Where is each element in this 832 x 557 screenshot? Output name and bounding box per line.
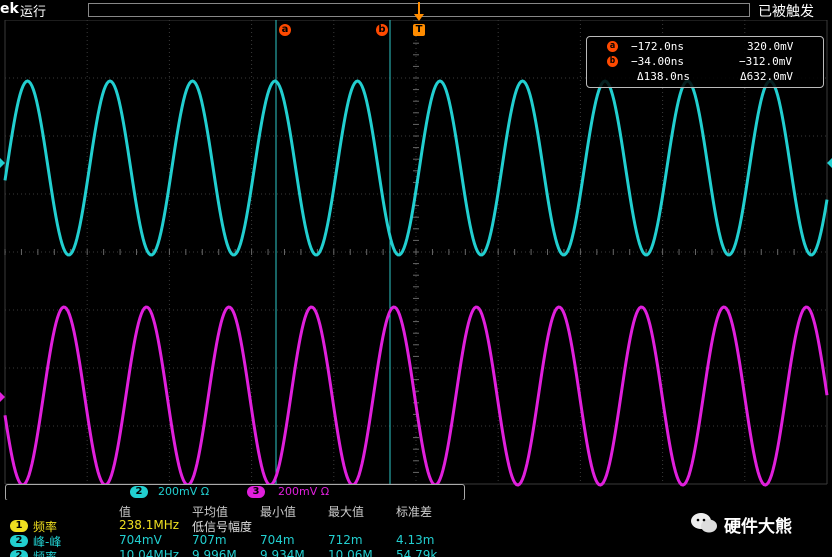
row2-min: 704m bbox=[260, 533, 295, 547]
delta-time: Δ138.0ns bbox=[637, 70, 690, 83]
readout-row-a: a −172.0ns 320.0mV bbox=[587, 40, 823, 54]
row2-mean: 707m bbox=[192, 533, 227, 547]
watermark-text: 硬件大熊 bbox=[724, 517, 792, 537]
row3-min: 9.934M bbox=[260, 548, 305, 557]
row1-value: 238.1MHz bbox=[119, 518, 180, 532]
run-status[interactable]: 运行 bbox=[20, 1, 46, 20]
ch2-scale[interactable]: 200mV Ω bbox=[158, 485, 209, 498]
trigger-status: 已被触发 bbox=[758, 4, 814, 20]
row3-mean: 9.996M bbox=[192, 548, 237, 557]
row3-value: 10.04MHz bbox=[119, 548, 180, 557]
trigger-position-tag[interactable]: T bbox=[413, 24, 425, 36]
ch1-badge[interactable]: 1 bbox=[10, 520, 28, 532]
cursor-a-time: −172.0ns bbox=[631, 40, 684, 53]
measurement-table: 值 平均值 最小值 最大值 标准差 1 频率 238.1MHz 低信号幅度 2 … bbox=[0, 500, 470, 557]
cursor-a-tag[interactable]: a bbox=[279, 24, 291, 36]
watermark: 硬件大熊 bbox=[690, 508, 825, 538]
row2-value: 704mV bbox=[119, 533, 162, 547]
ch2-badge[interactable]: 2 bbox=[130, 486, 148, 498]
ch3-badge[interactable]: 3 bbox=[247, 486, 265, 498]
delta-volt: Δ632.0mV bbox=[740, 70, 793, 83]
ch2-ground-marker[interactable] bbox=[0, 158, 5, 168]
oscilloscope-display: ek 运行 已被触发 a b T a −172.0ns 320.0mV b −3… bbox=[0, 0, 832, 557]
cursor-b-time: −34.00ns bbox=[631, 55, 684, 68]
cursor-readout-panel: a −172.0ns 320.0mV b −34.00ns −312.0mV Δ… bbox=[586, 36, 824, 88]
brand-logo: ek bbox=[0, 1, 19, 17]
cursor-a-volt: 320.0mV bbox=[747, 40, 794, 53]
ch3-ground-marker[interactable] bbox=[0, 392, 5, 402]
wechat-icon bbox=[691, 513, 717, 533]
row2-max: 712m bbox=[328, 533, 363, 547]
header-std: 标准差 bbox=[396, 505, 433, 519]
readout-row-b: b −34.00ns −312.0mV bbox=[587, 55, 823, 69]
ch3-waveform bbox=[3, 305, 829, 487]
cursor-b-tag[interactable]: b bbox=[376, 24, 388, 36]
readout-row-delta: Δ138.0ns Δ632.0mV bbox=[587, 70, 823, 84]
header-min: 最小值 bbox=[260, 505, 297, 519]
ch2-meas-badge[interactable]: 2 bbox=[10, 535, 28, 547]
row3-name: 频率 bbox=[33, 550, 58, 557]
row3-max: 10.06M bbox=[328, 548, 373, 557]
cursor-a-dot: a bbox=[607, 41, 618, 52]
cursor-b-volt: −312.0mV bbox=[739, 55, 792, 68]
row2-std: 4.13m bbox=[396, 533, 435, 547]
ch3-scale[interactable]: 200mV Ω bbox=[278, 485, 329, 498]
ch2-right-marker bbox=[827, 158, 832, 168]
ch2-meas-badge-2[interactable]: 2 bbox=[10, 550, 28, 557]
trigger-arrow-icon bbox=[414, 2, 424, 21]
row3-std: 54.79k bbox=[396, 548, 438, 557]
header-max: 最大值 bbox=[328, 505, 365, 519]
channel-scale-bar: 2 200mV Ω 3 200mV Ω bbox=[5, 484, 465, 501]
cursor-b-dot: b bbox=[607, 56, 618, 67]
